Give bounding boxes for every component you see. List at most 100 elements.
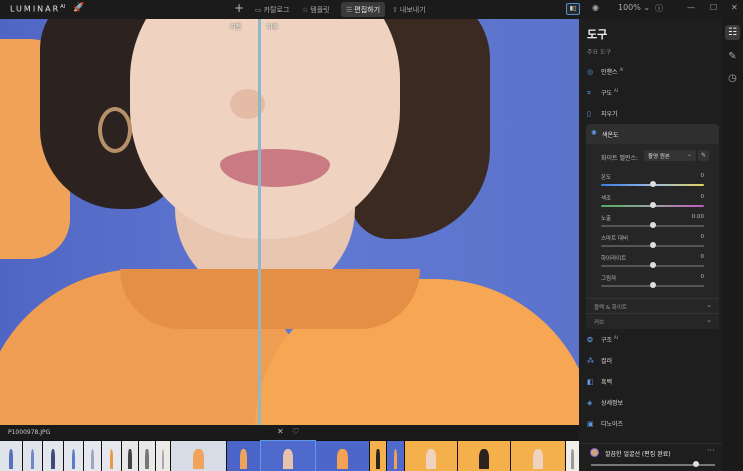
filmstrip-thumbnail[interactable] <box>84 441 101 471</box>
tool-bw[interactable]: ◧ 흑백 <box>587 377 612 386</box>
filmstrip-thumbnail[interactable] <box>458 441 510 471</box>
filmstrip-thumbnail[interactable] <box>227 441 260 471</box>
slider-value: 0 <box>700 234 705 240</box>
rocket-icon[interactable]: 🚀 <box>73 3 84 13</box>
app-logo: LUMINARAI <box>10 4 66 14</box>
filmstrip-thumbnail[interactable] <box>260 440 316 471</box>
chevron-down-icon: ⌄ <box>706 301 712 309</box>
photo-canvas[interactable]: 이전 이후 <box>0 19 579 425</box>
thumbnail-figure <box>161 449 165 469</box>
filmstrip-thumbnail[interactable] <box>171 441 226 471</box>
folder-icon: ▭ <box>255 6 262 14</box>
thumbnail-figure <box>532 449 544 469</box>
slider-value: 0 <box>700 274 705 280</box>
filmstrip-thumbnail[interactable] <box>102 441 121 471</box>
before-after-divider[interactable] <box>258 19 261 425</box>
tool-erase[interactable]: ▯ 지우기 <box>587 109 618 123</box>
thumbnail-figure <box>571 449 574 469</box>
filmstrip-thumbnail[interactable] <box>316 441 369 471</box>
panel-title: 도구 <box>587 28 608 41</box>
thumbnail-figure <box>71 449 76 469</box>
info-icon[interactable]: ⓘ <box>655 3 663 14</box>
minimize-icon[interactable]: — <box>687 3 695 12</box>
filmstrip-thumbnail[interactable] <box>43 441 63 471</box>
brush-icon[interactable]: ✎ <box>725 49 740 64</box>
sweater-collar <box>120 269 420 329</box>
eraser-icon: ▯ <box>587 110 591 118</box>
preset-amount-knob[interactable] <box>693 461 700 467</box>
denoise-icon: ▣ <box>587 420 594 428</box>
slider-knob[interactable] <box>649 202 656 208</box>
preset-bar: 깔끔한 얼굴선 (편집 완료) ··· <box>579 443 743 471</box>
filmstrip-thumbnail[interactable] <box>122 441 138 471</box>
reject-icon[interactable]: ✕ <box>277 427 284 436</box>
close-icon[interactable]: ✕ <box>731 3 738 12</box>
add-photos-button[interactable]: + <box>234 1 244 15</box>
earring-shape <box>98 107 132 153</box>
filmstrip[interactable] <box>0 440 579 471</box>
slider-knob[interactable] <box>649 242 656 248</box>
tab-catalog[interactable]: ▭ 카탈로그 <box>250 2 294 17</box>
white-balance-select[interactable]: 촬영 원본 ⌄ <box>644 150 696 161</box>
filmstrip-header: P1000978.JPG ✕ ♡ <box>0 425 579 440</box>
filmstrip-thumbnail[interactable] <box>64 441 83 471</box>
zoom-select[interactable]: 100% ⌄ <box>618 3 650 12</box>
enhance-icon: ◎ <box>587 68 594 76</box>
filmstrip-thumbnail[interactable] <box>370 441 386 471</box>
slider-knob[interactable] <box>649 181 656 187</box>
eyedropper-icon[interactable]: ✎ <box>698 150 709 161</box>
collapsed-bw[interactable]: 블랙 & 화이트 ⌄ <box>586 298 719 312</box>
adjust-icon[interactable]: ☷ <box>725 25 740 40</box>
filmstrip-thumbnail[interactable] <box>139 441 155 471</box>
thumbnail-figure <box>337 449 348 469</box>
tab-export[interactable]: ⇧ 내보내기 <box>387 2 431 17</box>
thumbnail-figure <box>128 449 132 469</box>
more-icon[interactable]: ··· <box>707 446 715 455</box>
thumbnail-figure <box>51 449 55 469</box>
slider-knob[interactable] <box>649 282 656 288</box>
panel-subtitle: 주요 도구 <box>587 49 611 56</box>
bw-icon: ◧ <box>587 378 594 386</box>
crop-icon: ⌗ <box>587 89 591 97</box>
slider-label: 스마트 대비 <box>601 236 629 242</box>
thumbnail-figure <box>193 449 204 469</box>
filmstrip-thumbnail[interactable] <box>156 441 170 471</box>
star-icon: ☆ <box>302 6 309 14</box>
top-bar: LUMINARAI 🚀 + ▭ 카탈로그 ☆ 템플릿 ☰ 편집하기 ⇧ 내보내기 ▮▯ … <box>0 0 743 19</box>
chevron-down-icon: ⌄ <box>686 151 692 158</box>
filmstrip-thumbnail[interactable] <box>0 441 22 471</box>
eye-icon[interactable]: ◉ <box>592 3 599 12</box>
tab-templates[interactable]: ☆ 템플릿 <box>297 2 335 17</box>
white-balance-label: 화이트 밸런스: <box>601 155 639 162</box>
tool-structure[interactable]: ❂ 구조 AI <box>587 335 618 344</box>
thumbnail-figure <box>90 449 95 469</box>
history-icon[interactable]: ◷ <box>725 71 740 86</box>
slider-knob[interactable] <box>649 222 656 228</box>
right-sidebar: ☷ ✎ ◷ <box>722 19 743 471</box>
thumbnail-figure <box>30 449 35 469</box>
tool-denoise[interactable]: ▣ 디노이즈 <box>587 419 623 428</box>
tool-crop[interactable]: ⌗ 구도 AI <box>587 88 618 102</box>
filmstrip-thumbnail[interactable] <box>566 441 579 471</box>
maximize-icon[interactable]: ☐ <box>710 3 717 12</box>
filmstrip-thumbnail[interactable] <box>23 441 42 471</box>
slider-label: 색조 <box>601 196 612 202</box>
tool-enhance[interactable]: ◎ 인핸스 AI <box>587 67 623 81</box>
filmstrip-thumbnail[interactable] <box>511 441 565 471</box>
slider-value: 0 <box>700 194 705 200</box>
favorite-icon[interactable]: ♡ <box>292 427 299 436</box>
slider-label: 그림자 <box>601 276 617 282</box>
filmstrip-thumbnail[interactable] <box>387 441 404 471</box>
slider-label: 하이라이트 <box>601 256 627 262</box>
filmstrip-thumbnail[interactable] <box>405 441 457 471</box>
collapsed-curves[interactable]: 커브 ⌄ <box>586 313 719 327</box>
thumbnail-figure <box>393 449 398 469</box>
tool-color[interactable]: ⁂ 컬러 <box>587 356 612 365</box>
tool-details[interactable]: ◈ 상세정보 <box>587 398 623 407</box>
compare-toggle-button[interactable]: ▮▯ <box>566 3 580 15</box>
tab-edit[interactable]: ☰ 편집하기 <box>341 2 386 17</box>
before-label: 이전 <box>230 24 242 31</box>
after-label: 이후 <box>267 24 279 31</box>
section-header[interactable]: ✺ 색온도 <box>586 124 719 144</box>
slider-knob[interactable] <box>649 262 656 268</box>
